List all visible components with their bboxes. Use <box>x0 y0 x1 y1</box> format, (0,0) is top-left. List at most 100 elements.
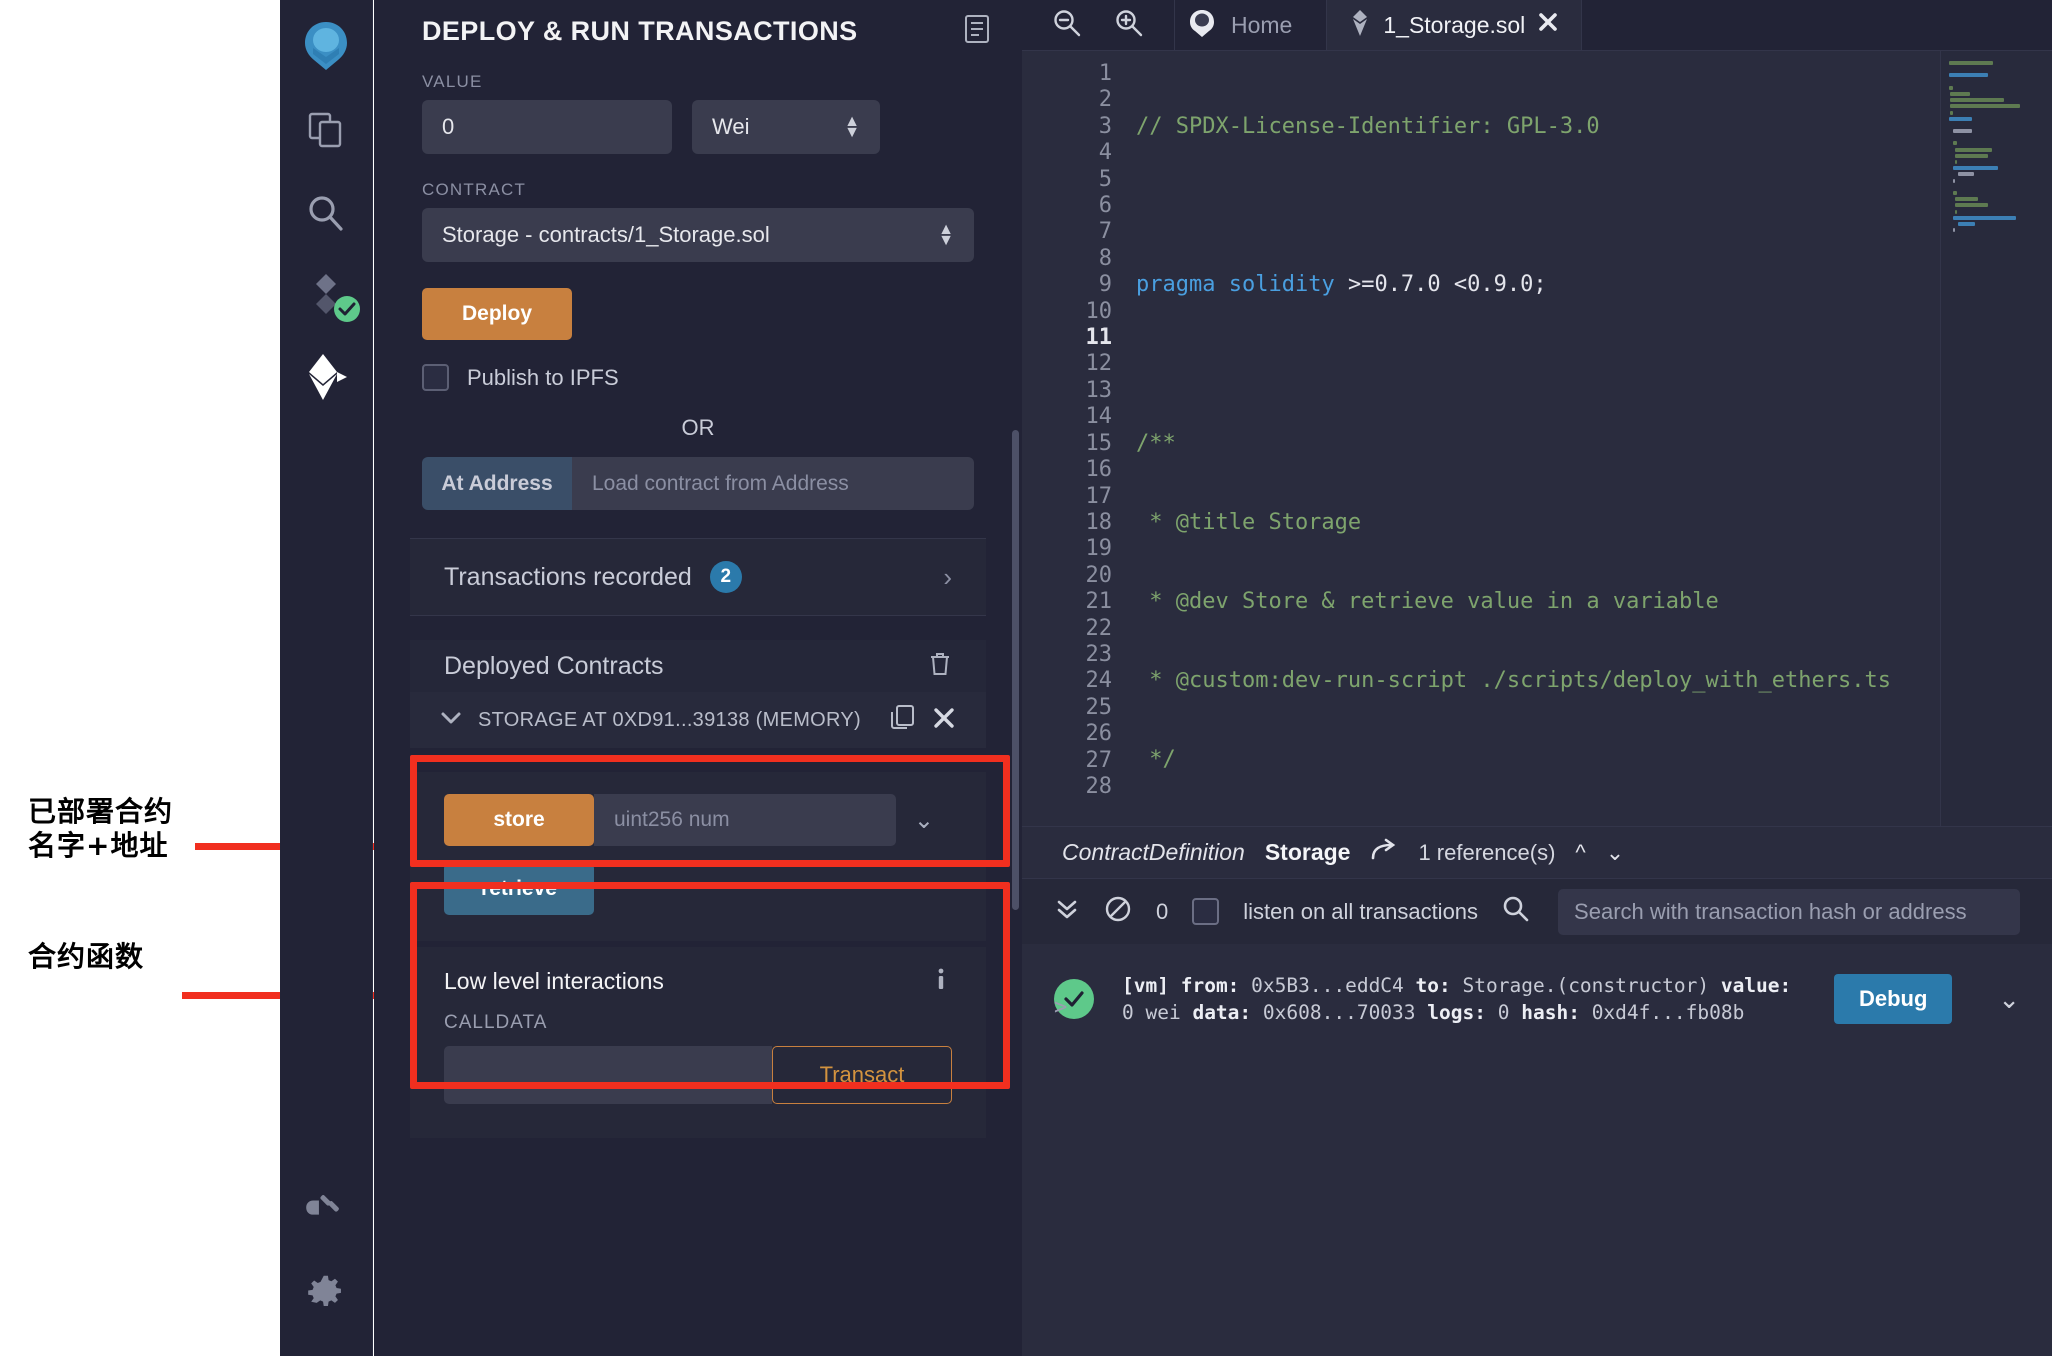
at-address-input[interactable]: Load contract from Address <box>572 457 974 510</box>
contract-select-value: Storage - contracts/1_Storage.sol <box>442 222 770 247</box>
minimap-line <box>1954 160 1957 164</box>
tab-home[interactable]: Home <box>1175 0 1328 50</box>
transactions-recorded-badge: 2 <box>709 561 742 593</box>
line-number: 26 <box>1085 721 1113 747</box>
contract-select[interactable]: Storage - contracts/1_Storage.sol ▲ ▼ <box>422 208 974 262</box>
publish-ipfs-label: Publish to IPFS <box>467 364 619 390</box>
log-value-key: value: <box>1720 974 1792 997</box>
function-row-retrieve: retrieve <box>444 846 952 915</box>
line-number: 20 <box>1085 562 1113 588</box>
chevron-down-icon[interactable]: ⌄ <box>1980 984 2020 1015</box>
at-address-button[interactable]: At Address <box>422 457 572 510</box>
terminal-output: [vm] from: 0x5B3...eddC4 to: Storage.(co… <box>1022 944 2052 1026</box>
annotation-functions-note: 合约函数 <box>28 940 145 973</box>
tab-file-1-storage[interactable]: 1_Storage.sol <box>1327 0 1583 50</box>
deploy-run-icon[interactable] <box>280 336 373 418</box>
minimap-line <box>1953 228 1955 233</box>
code-token: // SPDX-License-Identifier: GPL-3.0 <box>1136 113 1600 139</box>
code-token: * @custom:dev-run-script ./scripts/deplo… <box>1136 668 1891 694</box>
go-to-icon[interactable] <box>1370 838 1398 867</box>
code-line: * @title Storage <box>1136 510 2052 536</box>
transaction-log-text: [vm] from: 0x5B3...eddC4 to: Storage.(co… <box>1122 972 1806 1026</box>
file-explorer-icon[interactable] <box>280 90 373 172</box>
minimap-line <box>1949 116 1972 121</box>
line-number: 25 <box>1085 694 1113 720</box>
store-function-button[interactable]: store <box>444 794 594 846</box>
chevron-down-icon[interactable]: ⌄ <box>896 806 952 835</box>
calldata-input[interactable] <box>444 1046 772 1104</box>
chevron-updown-icon: ▲ ▼ <box>844 113 860 141</box>
value-label: VALUE <box>422 72 483 91</box>
code-line: pragma solidity >=0.7.0 <0.9.0; <box>1136 272 1547 298</box>
debug-button[interactable]: Debug <box>1834 974 1953 1024</box>
panel-header: DEPLOY & RUN TRANSACTIONS <box>374 0 1022 62</box>
code-editor[interactable]: 1 2 3 4 5 6 7 8 9 10 11 12 13 14 15 16 1… <box>1022 51 2052 826</box>
search-icon[interactable] <box>1502 895 1530 928</box>
double-chevron-down-icon[interactable] <box>1054 896 1080 927</box>
log-logs-value: 0 <box>1497 1001 1510 1024</box>
line-number-current: 11 <box>1085 325 1113 351</box>
plugin-manager-icon[interactable] <box>280 1168 373 1250</box>
chevron-down-icon[interactable] <box>440 710 462 731</box>
no-entry-icon[interactable] <box>1104 895 1132 928</box>
line-number: 19 <box>1085 536 1113 562</box>
publish-ipfs-checkbox[interactable] <box>422 364 449 391</box>
calldata-label: CALLDATA <box>444 1012 548 1033</box>
line-number: 2 <box>1098 87 1112 113</box>
close-icon[interactable] <box>932 706 956 735</box>
retrieve-function-button[interactable]: retrieve <box>444 863 594 915</box>
deploy-button[interactable]: Deploy <box>422 288 572 340</box>
line-number: 8 <box>1098 245 1112 271</box>
deployed-contracts-section: Deployed Contracts STORAGE AT 0XD91...39… <box>410 640 986 748</box>
deployed-contract-item[interactable]: STORAGE AT 0XD91...39138 (MEMORY) <box>410 692 986 748</box>
solidity-compiler-icon[interactable] <box>280 254 373 336</box>
trash-icon[interactable] <box>928 651 952 682</box>
close-icon[interactable] <box>1537 11 1559 39</box>
value-unit-select[interactable]: Wei ▲ ▼ <box>692 100 880 154</box>
remix-logo-icon[interactable] <box>280 0 373 90</box>
code-content[interactable]: // SPDX-License-Identifier: GPL-3.0 prag… <box>1132 51 2052 826</box>
chevron-right-icon[interactable]: › <box>943 562 952 593</box>
zoom-in-icon[interactable] <box>1114 8 1144 43</box>
tab-home-label: Home <box>1231 11 1293 38</box>
settings-icon[interactable] <box>280 1250 373 1332</box>
definition-name: Storage <box>1264 839 1351 865</box>
transaction-search-input[interactable]: Search with transaction hash or address <box>1558 888 2020 935</box>
search-icon[interactable] <box>280 172 373 254</box>
zoom-out-icon[interactable] <box>1052 8 1082 43</box>
terminal-prompt[interactable]: > <box>1054 995 1067 1020</box>
info-icon[interactable] <box>930 967 952 996</box>
transaction-log-row[interactable]: [vm] from: 0x5B3...eddC4 to: Storage.(co… <box>1054 972 2020 1026</box>
line-number: 27 <box>1085 747 1113 773</box>
definition-status-bar: ContractDefinition Storage 1 reference(s… <box>1022 826 2052 878</box>
log-hash-value: 0xd4f...fb08b <box>1591 1001 1745 1024</box>
minimap-line <box>1953 215 2016 220</box>
page-title: DEPLOY & RUN TRANSACTIONS <box>422 15 858 46</box>
code-token: /** <box>1136 430 1176 456</box>
store-function-input[interactable]: uint256 num <box>594 794 896 846</box>
minimap-line <box>1950 98 2004 103</box>
value-row: 0 Wei ▲ ▼ <box>422 100 974 154</box>
contract-label: CONTRACT <box>422 180 527 199</box>
minimap-line <box>1954 209 1957 214</box>
minimap-line <box>1954 147 1992 152</box>
line-number: 15 <box>1085 430 1113 456</box>
publish-ipfs-row[interactable]: Publish to IPFS <box>422 364 974 391</box>
document-icon[interactable] <box>964 14 990 49</box>
chevron-up-icon[interactable]: ^ <box>1575 840 1585 866</box>
log-to-value: Storage.(constructor) <box>1462 974 1710 997</box>
transactions-recorded-row[interactable]: Transactions recorded 2 › <box>410 538 986 616</box>
value-input[interactable]: 0 <box>422 100 672 154</box>
chevron-down-icon[interactable]: ⌄ <box>1606 840 1624 866</box>
editor-minimap[interactable] <box>1940 51 2052 826</box>
panel-scrollbar[interactable] <box>1012 430 1019 910</box>
annotation-gutter <box>0 0 280 1356</box>
calldata-row: Transact <box>444 1046 952 1104</box>
listen-all-transactions-checkbox[interactable] <box>1192 898 1220 925</box>
code-line: */ <box>1136 747 2052 773</box>
line-number: 10 <box>1085 298 1113 324</box>
copy-icon[interactable] <box>890 704 916 737</box>
line-number: 5 <box>1098 166 1112 192</box>
transact-button[interactable]: Transact <box>772 1046 952 1104</box>
